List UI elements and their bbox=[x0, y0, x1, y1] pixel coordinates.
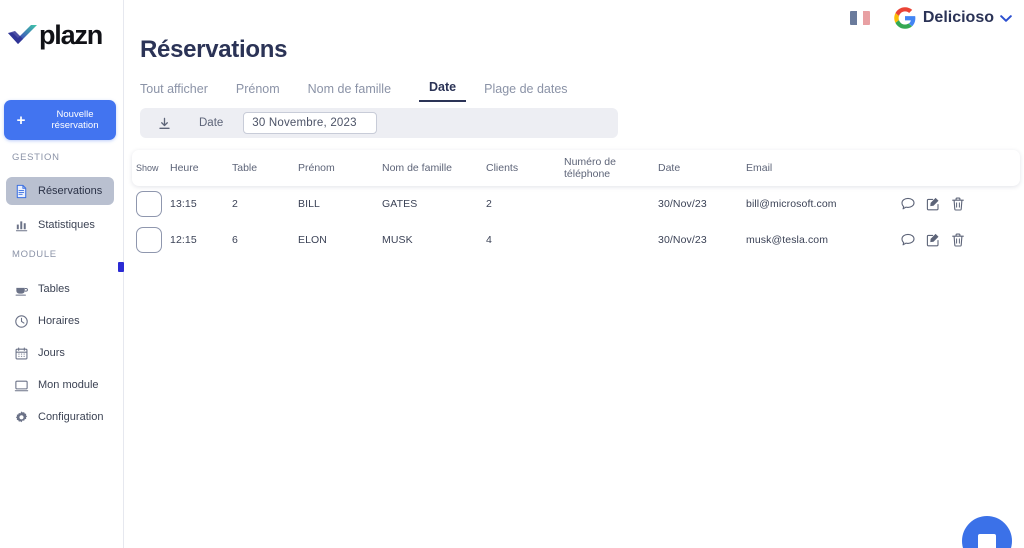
plus-icon: + bbox=[16, 111, 26, 129]
sidebar-item-label: Horaires bbox=[38, 315, 80, 327]
brand-logo: plazn bbox=[0, 0, 123, 56]
cell-prenom: ELON bbox=[298, 234, 327, 246]
column-header-clients: Clients bbox=[486, 162, 519, 174]
row-checkbox-cell bbox=[136, 227, 170, 253]
check-logo-icon bbox=[8, 25, 37, 44]
edit-icon[interactable] bbox=[925, 196, 941, 212]
row-actions bbox=[886, 196, 966, 212]
cell-clients: 4 bbox=[486, 234, 492, 246]
tab-plage-de-dates[interactable]: Plage de dates bbox=[484, 82, 567, 102]
sidebar-item-label: Tables bbox=[38, 283, 70, 295]
cell-email: musk@tesla.com bbox=[746, 234, 829, 246]
row-checkbox[interactable] bbox=[136, 191, 162, 217]
sidebar-item-jours[interactable]: Jours bbox=[6, 339, 114, 367]
sidebar-item-statistiques[interactable]: Statistiques bbox=[6, 211, 114, 239]
cell-email: bill@microsoft.com bbox=[746, 198, 837, 210]
column-header-show: Show bbox=[136, 163, 159, 173]
cell-nom: MUSK bbox=[382, 234, 413, 246]
sidebar-item-tables[interactable]: Tables bbox=[6, 275, 114, 303]
cell-heure: 13:15 bbox=[170, 198, 197, 210]
sidebar-item-label: Jours bbox=[38, 347, 65, 359]
cell-date: 30/Nov/23 bbox=[658, 198, 707, 210]
sidebar-item-horaires[interactable]: Horaires bbox=[6, 307, 114, 335]
column-header-heure: Heure bbox=[170, 162, 199, 174]
column-header-nom-famille: Nom de famille bbox=[382, 162, 453, 174]
cell-table: 6 bbox=[232, 234, 238, 246]
column-header-prenom: Prénom bbox=[298, 162, 335, 174]
app-root: plazn + Nouvelle réservation GESTION Rés… bbox=[0, 0, 1024, 548]
cell-nom: GATES bbox=[382, 198, 418, 210]
sidebar-item-label: Réservations bbox=[38, 185, 103, 197]
column-header-table: Table bbox=[232, 162, 258, 174]
google-logo-icon bbox=[894, 7, 916, 29]
sidebar-section-module: MODULE bbox=[12, 249, 57, 260]
download-icon[interactable] bbox=[158, 117, 171, 130]
bar-chart-icon bbox=[15, 220, 28, 231]
filter-tabs: Tout afficher Prénom Nom de famille Date… bbox=[140, 78, 596, 102]
cell-heure: 12:15 bbox=[170, 234, 197, 246]
chat-support-icon bbox=[978, 534, 996, 548]
new-reservation-label: Nouvelle réservation bbox=[51, 108, 99, 132]
row-checkbox-cell bbox=[136, 191, 170, 217]
delete-icon[interactable] bbox=[950, 196, 966, 212]
sidebar-item-label: Configuration bbox=[38, 411, 104, 423]
sidebar-section-gestion: GESTION bbox=[12, 152, 60, 163]
sidebar-item-label: Mon module bbox=[38, 379, 99, 391]
chevron-down-icon bbox=[1000, 14, 1012, 22]
brand-name: plazn bbox=[39, 19, 103, 50]
monitor-icon bbox=[14, 380, 29, 391]
comment-icon[interactable] bbox=[900, 196, 916, 212]
date-input[interactable] bbox=[243, 112, 378, 134]
column-header-date: Date bbox=[658, 162, 681, 174]
table-icon bbox=[15, 287, 28, 296]
row-checkbox[interactable] bbox=[136, 227, 162, 253]
table-header-row: Show Heure Table Prénom Nom de famille C… bbox=[132, 150, 1020, 186]
new-reservation-button[interactable]: + Nouvelle réservation bbox=[4, 100, 116, 140]
sidebar-item-mon-module[interactable]: Mon module bbox=[6, 371, 114, 399]
cell-prenom: BILL bbox=[298, 198, 320, 210]
tab-nom-de-famille[interactable]: Nom de famille bbox=[308, 82, 391, 102]
sidebar-item-label: Statistiques bbox=[38, 219, 95, 231]
cell-clients: 2 bbox=[486, 198, 492, 210]
sidebar: plazn + Nouvelle réservation GESTION Rés… bbox=[0, 0, 124, 548]
cell-date: 30/Nov/23 bbox=[658, 234, 707, 246]
top-bar: Delicioso bbox=[849, 4, 1012, 32]
filter-bar: Date bbox=[140, 108, 618, 138]
document-icon bbox=[16, 184, 27, 198]
clock-icon bbox=[15, 314, 28, 328]
column-header-email: Email bbox=[746, 162, 773, 174]
calendar-icon bbox=[15, 347, 28, 359]
page-title: Réservations bbox=[140, 36, 288, 63]
filter-date-label: Date bbox=[199, 117, 224, 129]
delete-icon[interactable] bbox=[950, 232, 966, 248]
account-name: Delicioso bbox=[922, 9, 994, 26]
account-menu[interactable]: Delicioso bbox=[894, 7, 1012, 29]
cell-table: 2 bbox=[232, 198, 238, 210]
sidebar-item-configuration[interactable]: Configuration bbox=[6, 403, 114, 431]
chat-support-button[interactable] bbox=[962, 516, 1012, 548]
comment-icon[interactable] bbox=[900, 232, 916, 248]
tab-tout-afficher[interactable]: Tout afficher bbox=[140, 82, 208, 102]
gear-icon bbox=[15, 410, 28, 422]
column-header-telephone: Numéro de téléphone bbox=[564, 156, 616, 180]
sidebar-item-reservations[interactable]: Réservations bbox=[6, 177, 114, 205]
tab-date[interactable]: Date bbox=[419, 80, 467, 102]
edit-icon[interactable] bbox=[925, 232, 941, 248]
table-row: 12:15 6 ELON MUSK 4 30/Nov/23 musk@tesla… bbox=[132, 222, 1020, 258]
table-row: 13:15 2 BILL GATES 2 30/Nov/23 bill@micr… bbox=[132, 186, 1020, 222]
reservations-table: Show Heure Table Prénom Nom de famille C… bbox=[132, 150, 1020, 258]
row-actions bbox=[886, 232, 966, 248]
main-content: Delicioso Réservations Tout afficher Pré… bbox=[124, 0, 1024, 548]
france-flag-icon[interactable] bbox=[849, 11, 870, 25]
tab-prenom[interactable]: Prénom bbox=[236, 82, 280, 102]
